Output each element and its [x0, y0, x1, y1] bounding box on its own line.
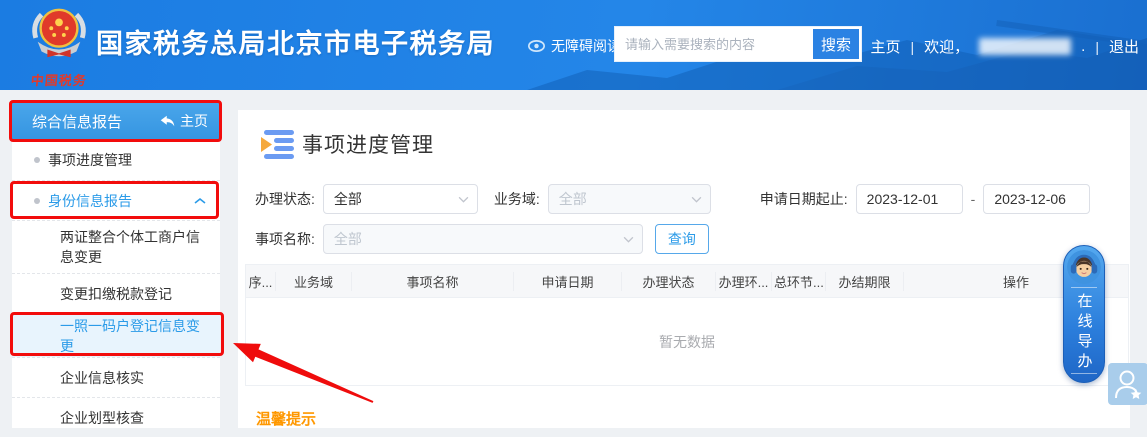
- table-empty-state: 暂无数据: [246, 297, 1128, 385]
- logo-caption: 中国税务: [23, 70, 95, 89]
- column-header-domain: 业务域: [276, 272, 352, 291]
- bullet-icon: [34, 198, 40, 204]
- chevron-down-icon: [623, 236, 634, 243]
- search-input[interactable]: [615, 27, 811, 61]
- person-favorite-button[interactable]: [1108, 363, 1147, 405]
- sidebar-item-label: 事项进度管理: [48, 150, 132, 170]
- chevron-down-icon: [458, 196, 469, 203]
- status-filter-label: 办理状态:: [255, 189, 315, 209]
- logo: 中国税务: [24, 3, 94, 89]
- username-blurred: [979, 38, 1071, 55]
- welcome-text: 欢迎，: [924, 36, 969, 57]
- divider: [1071, 373, 1097, 374]
- site-title: 国家税务总局北京市电子税务局: [96, 22, 495, 61]
- sidebar-item-label: 一照一码户登记信息变更: [60, 316, 210, 356]
- sidebar-item-two-cert-change[interactable]: 两证整合个体工商户信息变更: [12, 220, 220, 273]
- nav-separator: |: [911, 39, 915, 55]
- sidebar-item-one-license-change[interactable]: 一照一码户登记信息变更: [12, 313, 220, 357]
- list-title-icon: [258, 128, 298, 160]
- search-button[interactable]: 搜索: [813, 29, 859, 59]
- column-header-total-steps: 总环节...: [772, 272, 826, 291]
- sidebar-home-label: 主页: [180, 111, 208, 131]
- online-guide-button[interactable]: 在线导办: [1063, 245, 1105, 383]
- column-header-step: 办理环...: [716, 272, 772, 291]
- person-star-icon: [1113, 368, 1143, 400]
- column-header-status: 办理状态: [622, 272, 716, 291]
- accessibility-label: 无障碍阅读: [551, 36, 621, 56]
- bullet-icon: [34, 157, 40, 163]
- nav-logout-link[interactable]: 退出: [1109, 36, 1139, 57]
- search-box: 搜索: [614, 26, 862, 62]
- date-range-separator: -: [971, 191, 976, 207]
- sidebar-item-identity-report[interactable]: 身份信息报告: [12, 180, 220, 220]
- item-name-select-value: 全部: [334, 229, 362, 249]
- column-header-seq: 序...: [246, 272, 276, 291]
- status-select-value: 全部: [334, 189, 362, 209]
- tax-emblem-icon: [28, 3, 90, 65]
- date-to-input[interactable]: [983, 184, 1090, 214]
- sidebar-section-header[interactable]: 综合信息报告 主页: [12, 102, 220, 140]
- sidebar-home-link[interactable]: 主页: [160, 111, 208, 131]
- column-header-deadline: 办结期限: [826, 272, 904, 291]
- date-from-input[interactable]: [856, 184, 963, 214]
- accessibility-link[interactable]: 无障碍阅读: [528, 36, 621, 56]
- sidebar-item-enterprise-verify[interactable]: 企业信息核实: [12, 357, 220, 397]
- sidebar-item-withholding-change[interactable]: 变更扣缴税款登记: [12, 273, 220, 313]
- divider: [1071, 287, 1097, 288]
- sidebar-item-enterprise-type-check[interactable]: 企业划型核查: [12, 397, 220, 437]
- domain-select[interactable]: 全部: [548, 184, 711, 214]
- page-title: 事项进度管理: [302, 129, 434, 159]
- results-table: 序... 业务域 事项名称 申请日期 办理状态 办理环... 总环节... 办结…: [245, 264, 1129, 386]
- item-name-filter-label: 事项名称:: [255, 229, 315, 249]
- online-guide-label: 在线导办: [1074, 293, 1095, 373]
- page-title-row: 事项进度管理: [258, 128, 1116, 160]
- header-nav: 主页 | 欢迎， . | 退出: [871, 36, 1140, 57]
- sidebar-item-label: 变更扣缴税款登记: [60, 284, 172, 304]
- tips-heading: 温馨提示: [256, 408, 1116, 429]
- empty-state-text: 暂无数据: [659, 332, 715, 352]
- column-header-item-name: 事项名称: [352, 272, 514, 291]
- sidebar-item-label: 身份信息报告: [48, 191, 132, 211]
- sidebar-item-label: 企业信息核实: [60, 368, 144, 388]
- chevron-up-icon: [194, 194, 206, 208]
- eye-icon: [528, 40, 545, 52]
- nav-separator: |: [1095, 39, 1099, 55]
- sidebar-item-progress-mgmt[interactable]: 事项进度管理: [12, 140, 220, 180]
- nav-home-link[interactable]: 主页: [871, 36, 901, 57]
- filters: 办理状态: 全部 业务域: 全部 申请日期起止: -: [255, 184, 1116, 254]
- date-range-label: 申请日期起止:: [760, 189, 848, 209]
- table-header-row: 序... 业务域 事项名称 申请日期 办理状态 办理环... 总环节... 办结…: [246, 265, 1128, 297]
- filter-row-1: 办理状态: 全部 业务域: 全部 申请日期起止: -: [255, 184, 1116, 214]
- sidebar-section-title: 综合信息报告: [32, 111, 122, 132]
- back-arrow-icon: [160, 114, 175, 128]
- query-button[interactable]: 查询: [655, 224, 709, 254]
- chevron-down-icon: [691, 196, 702, 203]
- filter-row-2: 事项名称: 全部 查询: [255, 224, 1116, 254]
- name-suffix: .: [1081, 38, 1085, 55]
- column-header-apply-date: 申请日期: [514, 272, 622, 291]
- sidebar-item-label: 企业划型核查: [60, 408, 144, 428]
- domain-select-value: 全部: [559, 189, 587, 209]
- sidebar: 综合信息报告 主页 事项进度管理 身份信息报告 两证整合个体工商户信息变更 变更…: [12, 102, 220, 428]
- item-name-select[interactable]: 全部: [323, 224, 643, 254]
- status-select[interactable]: 全部: [323, 184, 478, 214]
- domain-filter-label: 业务域:: [494, 189, 540, 209]
- top-header: 中国税务 国家税务总局北京市电子税务局 无障碍阅读 搜索 主页 | 欢迎， . …: [0, 0, 1147, 90]
- assistant-avatar: [1067, 250, 1101, 284]
- sidebar-item-label: 两证整合个体工商户信息变更: [60, 221, 210, 273]
- main-content: 事项进度管理 办理状态: 全部 业务域: 全部 申请日期起止:: [238, 110, 1130, 428]
